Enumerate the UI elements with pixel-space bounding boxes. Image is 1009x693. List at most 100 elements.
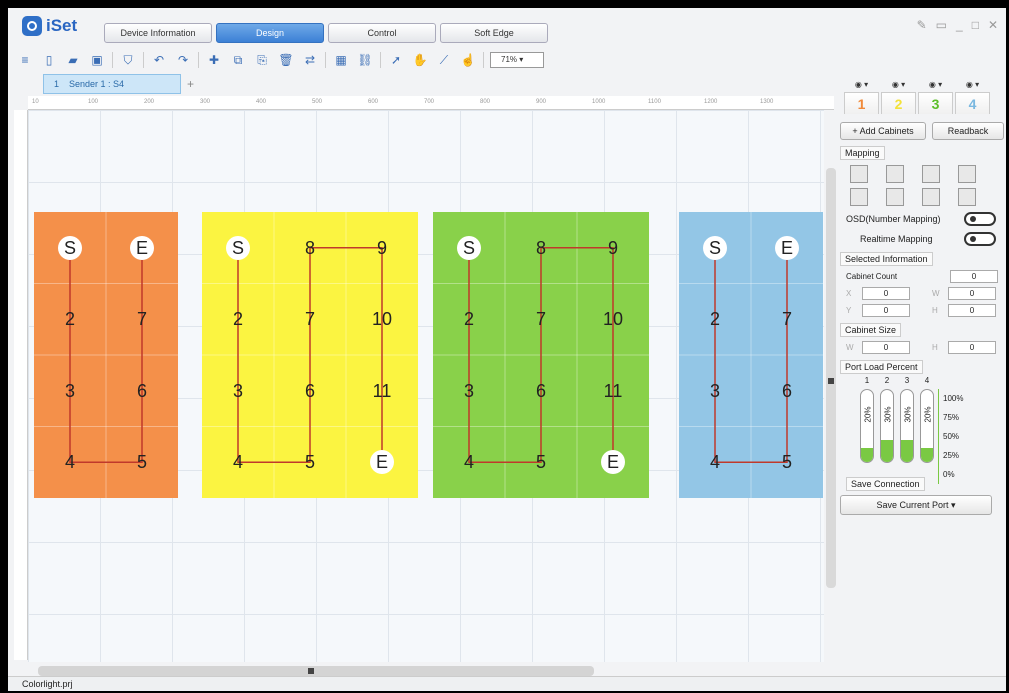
grid-icon[interactable]: ▦ [332,53,350,67]
port-tab-2[interactable]: ◉ ▾ 2 [881,80,916,116]
panel-actions: + Add Cabinets Readback [840,122,1004,140]
ruler-tick-label: 300 [200,99,211,105]
cabinet-count-label: Cabinet Count [846,272,898,281]
cabinet-wiring [679,212,823,498]
add-cabinets-button[interactable]: + Add Cabinets [840,122,926,140]
cabinet-group-1[interactable]: S E 2 7 3 6 4 5 [34,212,178,498]
h-label: H [932,306,938,315]
mapping-mode-icon[interactable] [922,188,940,206]
mapping-mode-icon[interactable] [850,165,868,183]
cabinet-group-2[interactable]: S 8 9 2 7 10 3 6 11 4 5 E [202,212,418,498]
port-panel: ◉ ▾ 1 ◉ ▾ 2 ◉ ▾ 3 ◉ ▾ 4 + Add Cabinets Readback… [840,80,1004,676]
add-sender-icon[interactable]: + [187,77,194,91]
readback-button[interactable]: Readback [932,122,1004,140]
cabinet-number: 2 [232,309,243,330]
save-current-port-label: Save Current Port [876,500,949,510]
eye-icon[interactable]: ◉ ▾ [955,80,990,92]
sender-tab[interactable]: 1 Sender 1 : S4 [43,74,181,94]
mapping-mode-icon[interactable] [922,165,940,183]
mapping-mode-icon[interactable] [958,165,976,183]
scroll-handle[interactable] [828,378,834,384]
horizontal-scrollbar[interactable] [38,666,594,676]
scroll-handle[interactable] [308,668,314,674]
ruler-tick-label: 400 [256,99,267,105]
size-h-field[interactable]: 0 [948,341,996,354]
mapping-mode-icon[interactable] [958,188,976,206]
touch-icon[interactable]: ☝ [459,53,477,67]
port-load-percent: 30% [883,406,893,423]
ruler-tick-label: 1300 [760,99,774,105]
eye-icon[interactable]: ◉ ▾ [881,80,916,92]
cabinet-group-3[interactable]: S 8 9 2 7 10 3 6 11 4 5 E [433,212,649,498]
toolbar-separator [325,52,326,68]
port-tab-1[interactable]: ◉ ▾ 1 [844,80,879,116]
y-field[interactable]: 0 [862,304,910,317]
port-tab-3[interactable]: ◉ ▾ 3 [918,80,953,116]
port-load-fill [921,447,933,462]
ruler-tick-label: 100 [88,99,99,105]
zoom-select[interactable]: 71% ▾ [490,52,544,68]
tab-design[interactable]: Design [216,23,324,43]
eye-icon[interactable]: ◉ ▾ [918,80,953,92]
save-current-port-button[interactable]: Save Current Port ▾ [840,495,992,515]
x-label: X [846,289,852,298]
pointer-icon[interactable]: ➚ [387,53,405,67]
cabinet-number: 3 [463,380,474,401]
tab-device-information[interactable]: Device Information [104,23,212,43]
cabinet-group-4[interactable]: S E 2 7 3 6 4 5 [679,212,823,498]
tab-soft-edge[interactable]: Soft Edge [440,23,548,43]
minimize-icon[interactable]: _ [956,18,963,32]
link-icon[interactable]: ⛓ [356,53,374,67]
pin-icon[interactable]: ✎ [917,18,927,32]
paste-icon[interactable]: ⎘ [253,53,271,68]
selected-info-label: Selected Information [840,252,933,266]
menu-icon[interactable]: ≡ [16,53,34,67]
cabinet-number: 6 [781,380,792,401]
scale-label: 75% [943,413,960,422]
copy-icon[interactable]: ⧉ [229,53,247,68]
new-file-icon[interactable]: ▯ [40,53,58,67]
toolbar-separator [483,52,484,68]
cabinet-number: 3 [709,380,720,401]
save-icon[interactable]: ▣ [88,53,106,67]
wire-icon[interactable]: ⟋ [435,53,453,68]
replace-icon[interactable]: ⇄ [301,53,319,67]
cabinet-number: 5 [304,452,315,473]
open-folder-icon[interactable]: ▰ [64,53,82,67]
h-field[interactable]: 0 [948,304,996,317]
cabinet-number: 6 [136,380,147,401]
port-load-bar: 20% [920,389,934,463]
cabinet-number: 4 [463,452,474,473]
realtime-toggle[interactable] [964,232,996,246]
tab-control[interactable]: Control [328,23,436,43]
eye-icon[interactable]: ◉ ▾ [844,80,879,92]
mapping-mode-icon[interactable] [886,165,904,183]
app-logo: iSet [22,16,77,36]
size-w-field[interactable]: 0 [862,341,910,354]
x-field[interactable]: 0 [862,287,910,300]
close-icon[interactable]: ✕ [988,18,998,32]
toolbar-separator [143,52,144,68]
port-load-numbers: 1 2 3 4 [840,376,1004,385]
osd-toggle[interactable] [964,212,996,226]
mapping-mode-icon[interactable] [886,188,904,206]
undo-icon[interactable]: ↶ [150,53,168,67]
w-field[interactable]: 0 [948,287,996,300]
yh-row: Y 0 H 0 [840,304,1004,317]
hand-icon[interactable]: ✋ [411,53,429,67]
port-tab-4[interactable]: ◉ ▾ 4 [955,80,990,116]
restore-icon[interactable]: ▭ [936,18,947,32]
logo-icon [22,16,42,36]
redo-icon[interactable]: ↷ [174,53,192,67]
window-controls: ✎ ▭ _ □ ✕ [917,18,998,32]
mapping-mode-icon[interactable] [850,188,868,206]
design-canvas[interactable]: S E 2 7 3 6 4 5 S 8 9 2 7 10 3 6 11 4 5 E S 8 9 2 7 10 3 6 11 4 5 E S E 2 7… [28,110,824,662]
xw-row: X 0 W 0 [840,287,1004,300]
shield-icon[interactable]: ⛉ [119,53,137,68]
port-load-percent: 30% [903,406,913,423]
cabinet-number: 4 [64,452,75,473]
port-load-bar: 20% [860,389,874,463]
maximize-icon[interactable]: □ [972,18,979,32]
delete-icon[interactable]: 🗑 [277,53,295,67]
add-icon[interactable]: ✚ [205,53,223,67]
